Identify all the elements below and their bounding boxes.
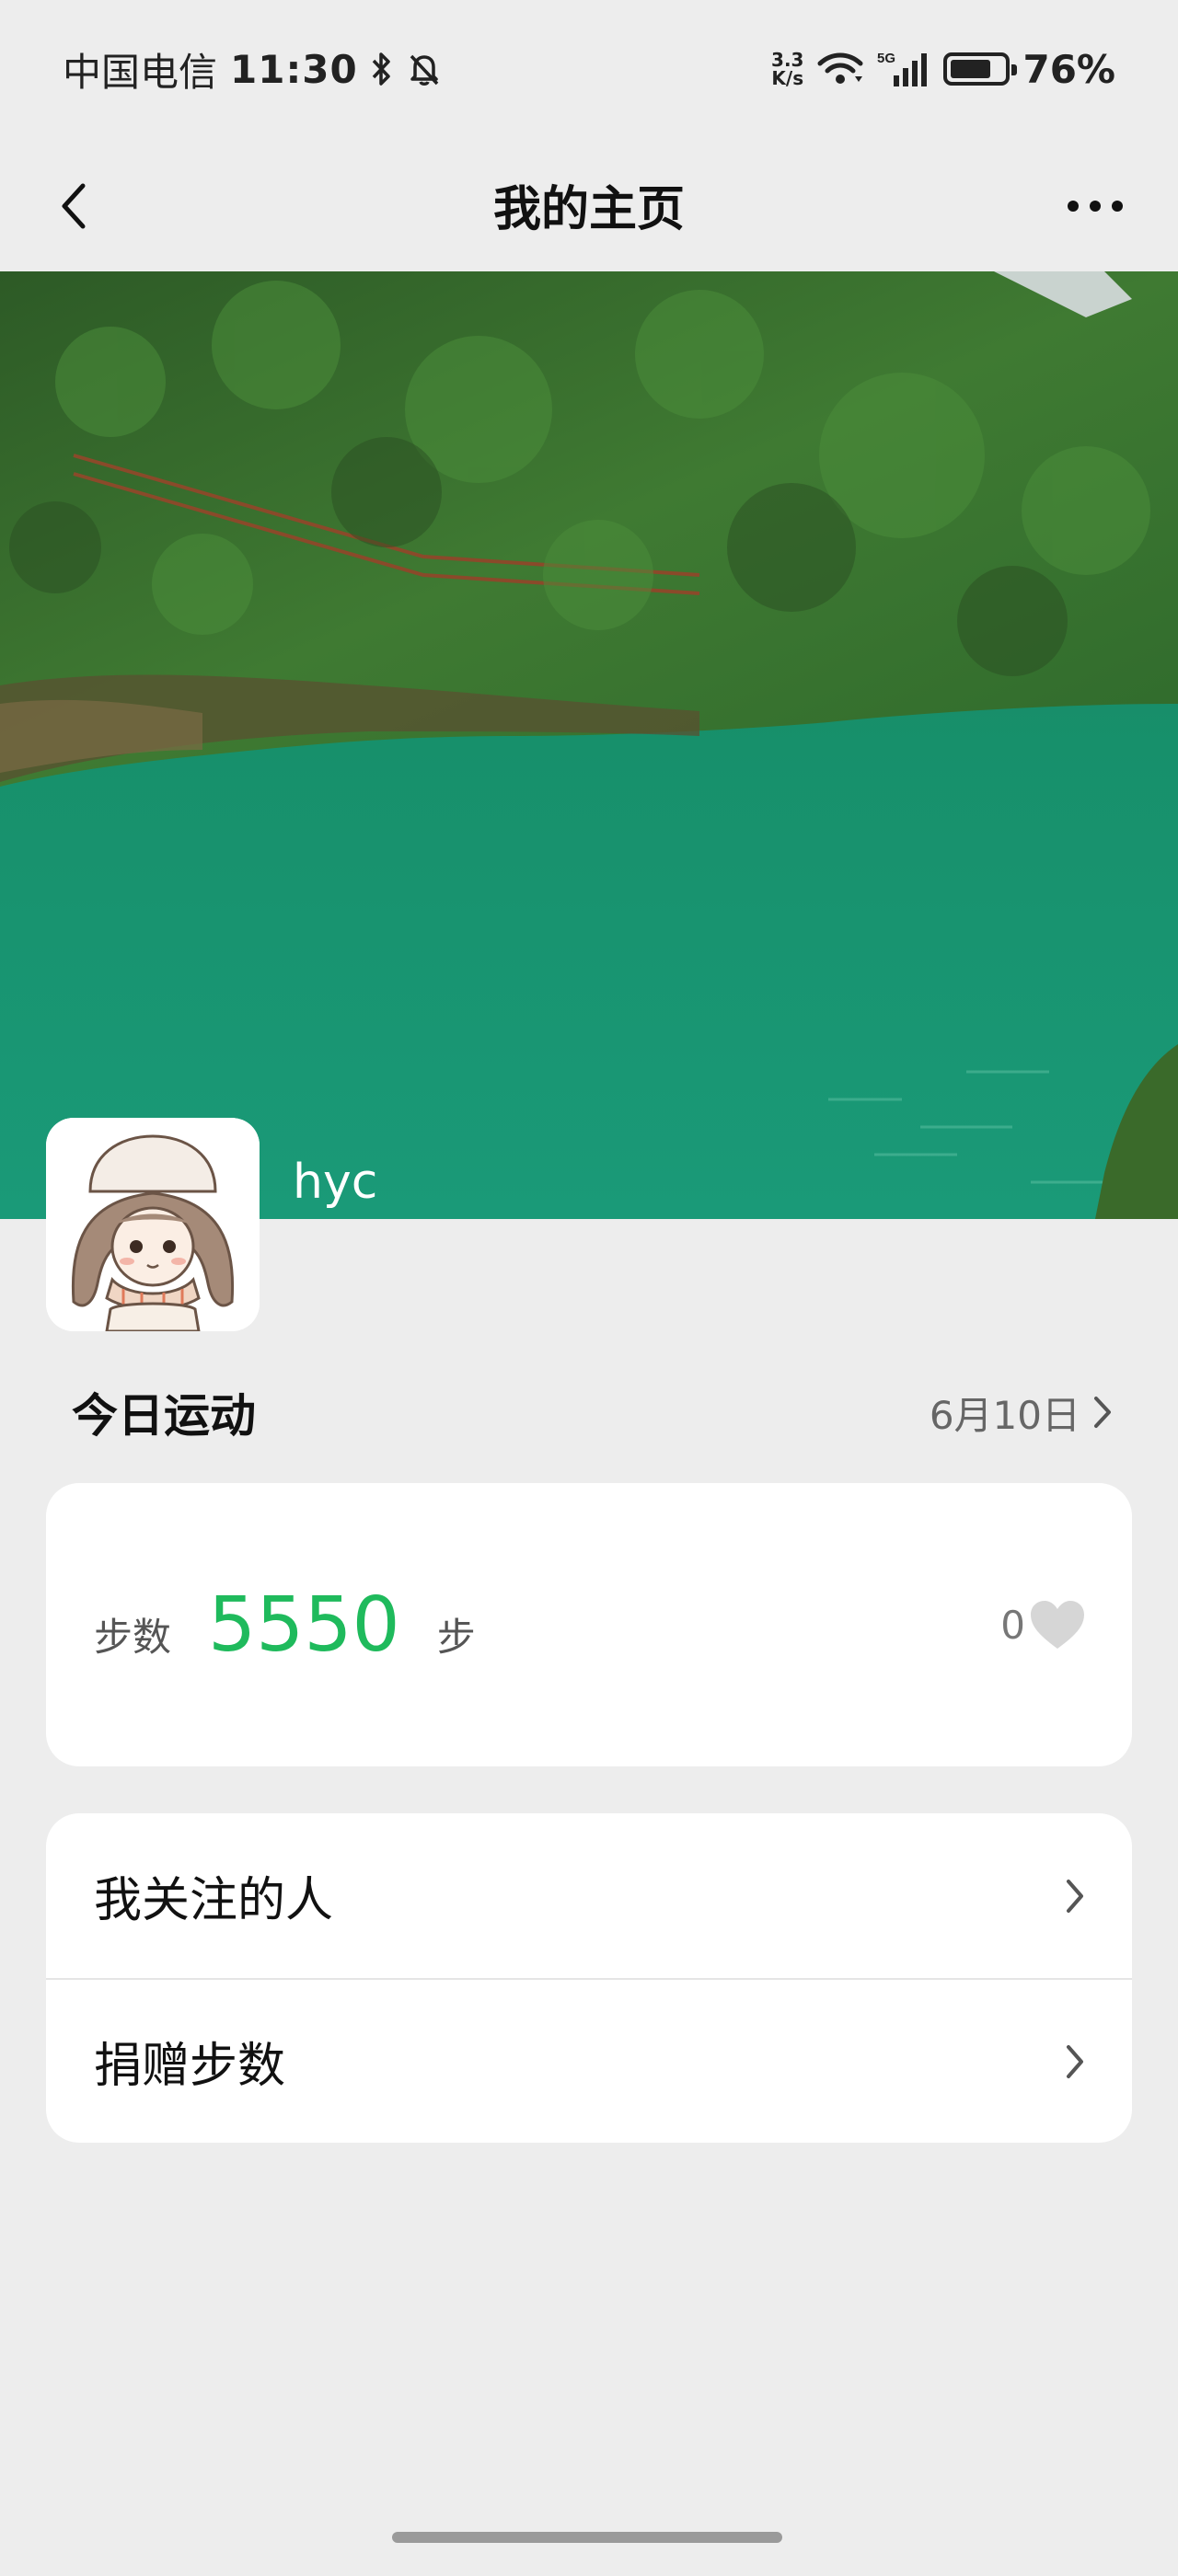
steps-unit: 步 [436, 1614, 476, 1660]
menu-list: 我关注的人 捐赠步数 [46, 1813, 1132, 2143]
steps-value: 5550 [208, 1581, 400, 1669]
wifi-icon [816, 51, 864, 87]
more-dots-icon [1068, 201, 1123, 212]
mute-bell-icon [406, 51, 443, 87]
username: hyc [293, 1155, 378, 1210]
signal-5g-icon: 5G [877, 50, 930, 88]
menu-item-label: 捐赠步数 [94, 2039, 286, 2094]
likes-count: 0 [1000, 1602, 1025, 1648]
more-button[interactable] [1049, 169, 1141, 243]
chevron-right-icon [1067, 2044, 1083, 2078]
date-selector[interactable]: 6月10日 [930, 1385, 1114, 1441]
section-title: 今日运动 [72, 1389, 256, 1443]
heart-icon [1031, 1601, 1084, 1649]
date-label: 6月10日 [929, 1392, 1080, 1438]
cover-image[interactable] [0, 271, 1178, 1219]
steps-label: 步数 [94, 1614, 172, 1660]
status-bar: 中国电信 11:30 3.3 K/s 5G 76% [0, 0, 1178, 138]
home-indicator[interactable] [392, 2532, 782, 2543]
menu-item-following[interactable]: 我关注的人 [46, 1813, 1132, 1978]
svg-text:5G: 5G [877, 51, 895, 66]
like-button[interactable]: 0 [1000, 1599, 1086, 1650]
menu-item-donate-steps[interactable]: 捐赠步数 [46, 1978, 1132, 2143]
avatar[interactable] [46, 1118, 260, 1331]
back-button[interactable] [37, 169, 110, 243]
clock: 11:30 [230, 46, 358, 92]
bluetooth-icon [371, 52, 393, 86]
network-speed: 3.3 K/s [771, 49, 804, 89]
battery-level: 76% [1022, 46, 1115, 92]
page-title: 我的主页 [492, 182, 685, 237]
chevron-right-icon [1067, 1879, 1083, 1913]
nav-bar: 我的主页 [0, 138, 1178, 271]
battery-icon [943, 52, 1018, 86]
chevron-left-icon [62, 183, 86, 229]
chevron-right-icon [1094, 1397, 1111, 1428]
menu-item-label: 我关注的人 [94, 1873, 334, 1928]
steps-card[interactable]: 步数 5550 步 0 [46, 1483, 1132, 1766]
profile-page: 中国电信 11:30 3.3 K/s 5G 76% 我的主页 hyc 今日运动 … [0, 0, 1178, 2576]
today-exercise-header: 今日运动 6月10日 [0, 1371, 1178, 1454]
carrier-label: 中国电信 [63, 49, 218, 95]
